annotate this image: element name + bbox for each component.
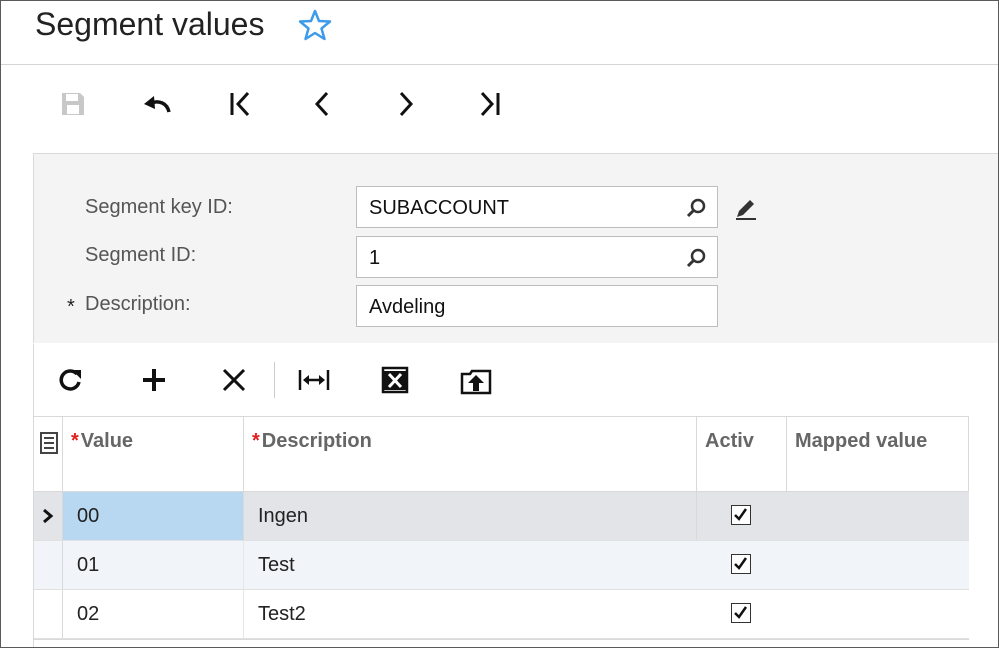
fit-to-screen-button[interactable] [296, 362, 332, 398]
export-excel-button[interactable] [377, 362, 413, 398]
export-excel-icon [381, 366, 409, 394]
previous-record-button[interactable] [304, 86, 340, 122]
segment-id-field[interactable]: 1 [356, 236, 718, 278]
cell-value[interactable]: 01 [63, 541, 244, 589]
active-checkbox[interactable] [731, 505, 751, 525]
column-header-mapped-value[interactable]: Mapped value [787, 417, 969, 492]
column-label: Description [261, 430, 372, 452]
active-checkbox[interactable] [731, 603, 751, 623]
cell-description[interactable]: Test2 [244, 590, 697, 638]
column-header-active[interactable]: Activ [697, 417, 787, 492]
favorite-star-icon[interactable] [298, 9, 332, 41]
values-grid: * Value * Description Activ Mapped value 0… [33, 416, 969, 647]
grid-bottom-border [34, 639, 969, 640]
required-mark: * [67, 296, 75, 318]
first-record-button[interactable] [222, 86, 258, 122]
column-label: Activ [705, 430, 754, 452]
table-row[interactable]: 02 Test2 [34, 590, 969, 639]
first-record-icon [230, 91, 250, 117]
checkmark-icon [734, 508, 748, 521]
next-record-icon [399, 91, 414, 117]
save-icon [62, 93, 84, 115]
add-row-button[interactable] [136, 362, 172, 398]
save-button[interactable] [55, 86, 91, 122]
cell-value[interactable]: 00 [63, 492, 244, 540]
segment-id-value: 1 [369, 247, 381, 269]
row-selector[interactable] [34, 541, 63, 589]
column-selector-cell [34, 417, 63, 492]
column-header-value[interactable]: * Value [63, 417, 244, 492]
column-header-description[interactable]: * Description [244, 417, 697, 492]
column-chooser-icon[interactable] [39, 431, 59, 455]
page-title: Segment values [35, 6, 265, 42]
previous-record-icon [314, 91, 329, 117]
fit-to-screen-icon [298, 370, 330, 390]
cell-description[interactable]: Ingen [244, 492, 697, 540]
undo-button[interactable] [139, 86, 175, 122]
edit-pencil-icon[interactable] [734, 196, 758, 220]
delete-row-button[interactable] [216, 362, 252, 398]
last-record-icon [480, 91, 500, 117]
checkmark-icon [734, 606, 748, 619]
refresh-icon [59, 369, 81, 391]
required-mark: * [252, 430, 260, 452]
grid-toolbar [33, 344, 998, 416]
current-row-arrow-icon [43, 508, 54, 524]
record-toolbar [1, 66, 998, 152]
undo-icon [144, 96, 171, 113]
delete-row-icon [222, 368, 246, 392]
row-selector[interactable] [34, 492, 63, 540]
active-checkbox[interactable] [731, 554, 751, 574]
segment-key-label: Segment key ID: [85, 196, 233, 218]
refresh-button[interactable] [52, 362, 88, 398]
next-record-button[interactable] [388, 86, 424, 122]
description-label: Description: [85, 293, 191, 315]
description-field[interactable]: Avdeling [356, 285, 718, 327]
last-record-button[interactable] [472, 86, 508, 122]
required-mark: * [71, 430, 79, 452]
app-window: Segment values Segment key ID: SUBACCOUN… [0, 0, 999, 648]
checkmark-icon [734, 557, 748, 570]
grid-header: * Value * Description Activ Mapped value [34, 416, 969, 492]
column-label: Mapped value [795, 430, 928, 452]
table-row[interactable]: 00 Ingen [34, 492, 969, 541]
toolbar-divider [274, 362, 275, 398]
column-label: Value [80, 430, 134, 452]
segment-id-label: Segment ID: [85, 244, 197, 266]
cell-description[interactable]: Test [244, 541, 697, 589]
segment-key-field[interactable]: SUBACCOUNT [356, 186, 718, 228]
search-icon[interactable] [685, 247, 707, 269]
table-row[interactable]: 01 Test [34, 541, 969, 590]
segment-key-value: SUBACCOUNT [369, 197, 510, 219]
upload-icon [460, 369, 492, 395]
row-selector[interactable] [34, 590, 63, 638]
add-row-icon [143, 369, 165, 391]
upload-button[interactable] [458, 362, 494, 398]
search-icon[interactable] [685, 197, 707, 219]
title-bar: Segment values [1, 1, 998, 65]
cell-value[interactable]: 02 [63, 590, 244, 638]
form-panel: Segment key ID: SUBACCOUNT Segment ID: 1… [33, 153, 998, 343]
description-value: Avdeling [369, 296, 446, 318]
